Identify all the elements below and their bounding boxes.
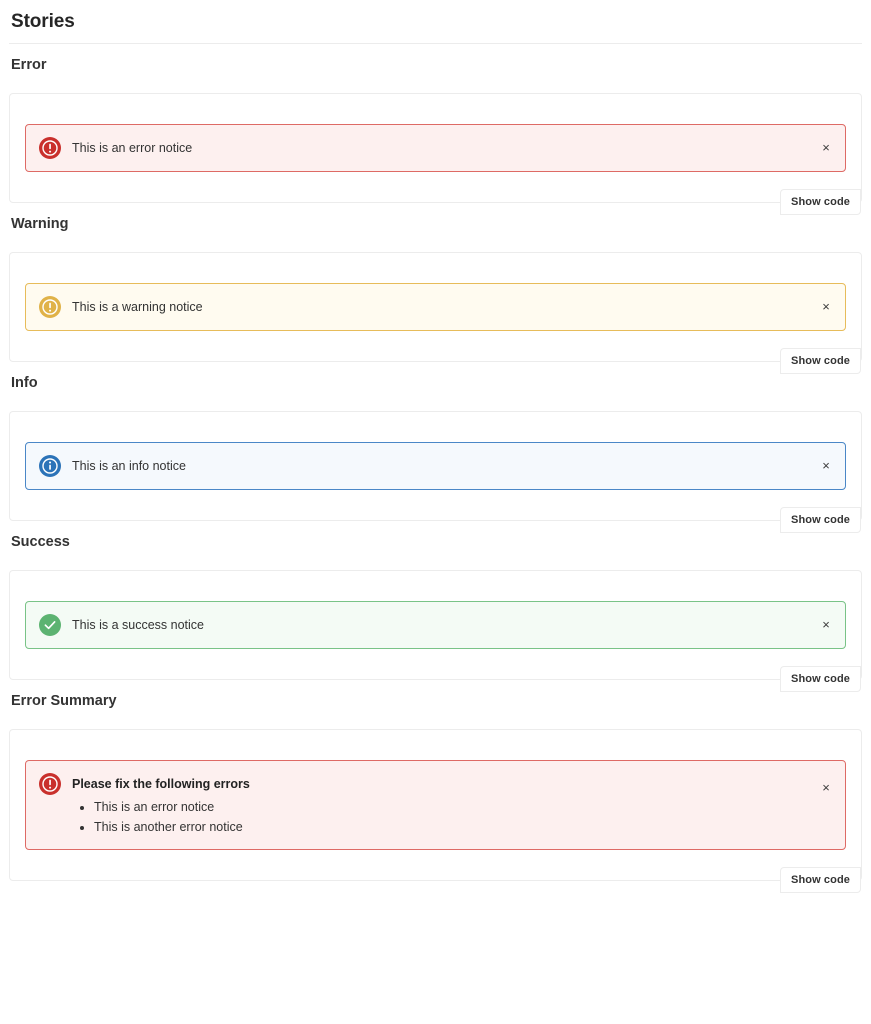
story-heading: Warning: [11, 216, 69, 232]
error-circle-icon: [39, 773, 61, 795]
story-heading: Error Summary: [11, 693, 117, 709]
show-code-button[interactable]: Show code: [780, 867, 861, 893]
info-circle-icon: [39, 455, 61, 477]
story-success: Success This is a success notice × Show …: [9, 532, 862, 692]
story-heading: Error: [11, 57, 47, 73]
show-code-button[interactable]: Show code: [780, 507, 861, 533]
close-icon[interactable]: ×: [816, 615, 836, 635]
story-card: This is a warning notice × Show code: [9, 252, 862, 374]
notice-body: This is a warning notice: [72, 296, 805, 316]
page-title: Stories: [11, 11, 75, 32]
notice-info: This is an info notice ×: [25, 442, 846, 490]
check-circle-icon: [39, 614, 61, 636]
notice-body: Please fix the following errors This is …: [72, 773, 805, 837]
notice-error-summary: Please fix the following errors This is …: [25, 760, 846, 850]
close-icon[interactable]: ×: [816, 456, 836, 476]
story-info: Info This is an info notice × Show code: [9, 373, 862, 533]
story-card: This is an info notice × Show code: [9, 411, 862, 533]
list-item: This is another error notice: [94, 817, 805, 837]
notice-message: This is an info notice: [72, 459, 186, 473]
notice-body: This is a success notice: [72, 614, 805, 634]
notice-success: This is a success notice ×: [25, 601, 846, 649]
show-code-button[interactable]: Show code: [780, 666, 861, 692]
close-icon[interactable]: ×: [816, 778, 836, 798]
notice-message: This is a success notice: [72, 618, 204, 632]
notice-message: This is an error notice: [72, 141, 193, 155]
notice-message: This is a warning notice: [72, 300, 203, 314]
story-warning: Warning This is a warning notice × Show …: [9, 214, 862, 374]
notice-body: This is an info notice: [72, 455, 805, 475]
notice-summary-title: Please fix the following errors: [72, 777, 250, 791]
story-heading: Success: [11, 534, 70, 550]
warning-circle-icon: [39, 296, 61, 318]
story-card: This is a success notice × Show code: [9, 570, 862, 692]
title-divider: [9, 43, 862, 44]
story-card: This is an error notice × Show code: [9, 93, 862, 215]
story-error: Error This is an error notice × Show cod…: [9, 55, 862, 215]
error-circle-icon: [39, 137, 61, 159]
notice-body: This is an error notice: [72, 137, 805, 157]
story-card: Please fix the following errors This is …: [9, 729, 862, 893]
show-code-button[interactable]: Show code: [780, 348, 861, 374]
close-icon[interactable]: ×: [816, 138, 836, 158]
notice-warning: This is a warning notice ×: [25, 283, 846, 331]
story-heading: Info: [11, 375, 38, 391]
list-item: This is an error notice: [94, 797, 805, 817]
show-code-button[interactable]: Show code: [780, 189, 861, 215]
notice-error: This is an error notice ×: [25, 124, 846, 172]
close-icon[interactable]: ×: [816, 297, 836, 317]
story-error-summary: Error Summary Please fix the following e…: [9, 691, 862, 893]
notice-error-list: This is an error notice This is another …: [72, 797, 805, 837]
stories-page: Stories Error This is an error notice ×: [0, 0, 871, 1024]
